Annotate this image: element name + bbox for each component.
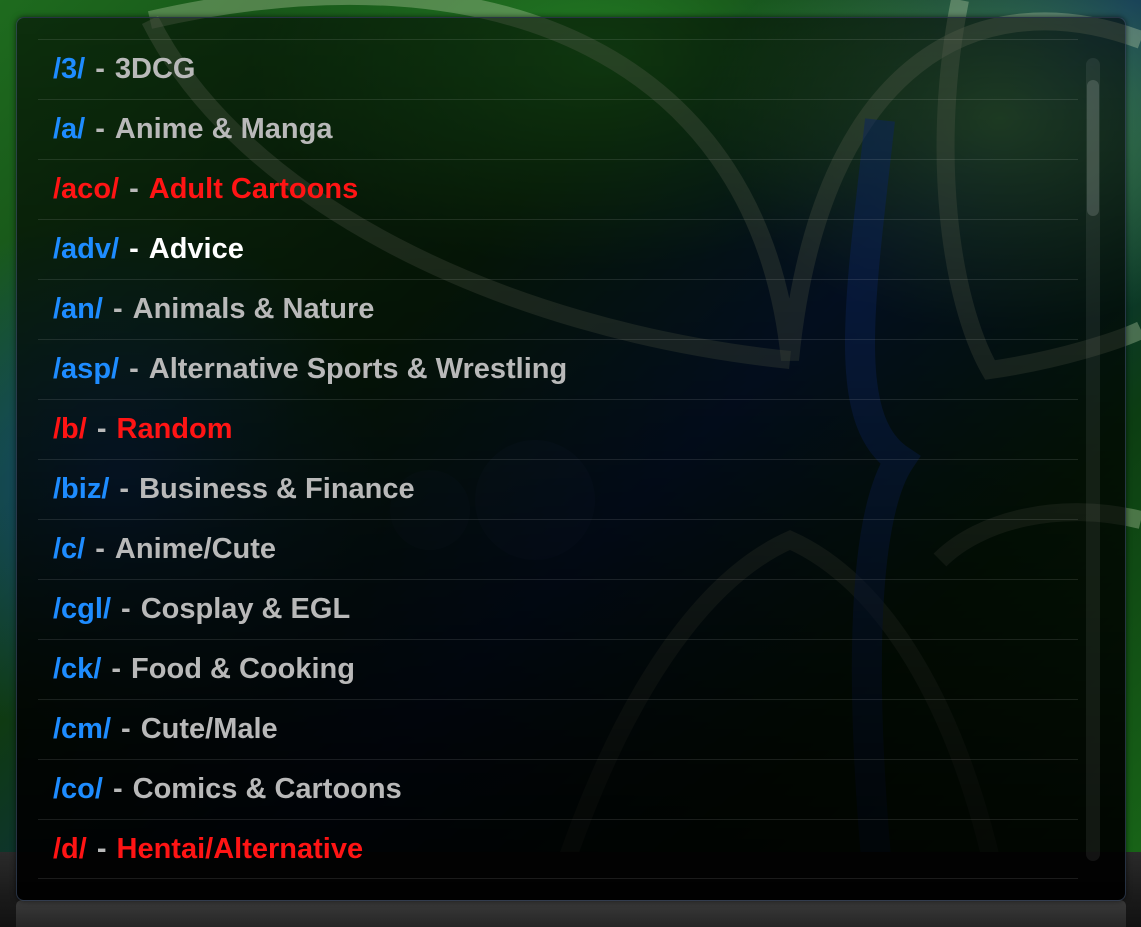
board-title: Adult Cartoons xyxy=(148,173,359,205)
board-code: /biz/ xyxy=(53,473,110,505)
board-code: /adv/ xyxy=(53,233,120,265)
board-separator: - xyxy=(96,832,107,865)
board-list-dialog: /3/-3DCG/a/- Anime & Manga/aco/- Adult Car… xyxy=(16,17,1126,901)
board-title: Random xyxy=(116,413,233,445)
board-list-item[interactable]: /b/- Random xyxy=(38,399,1078,459)
scrollbar[interactable] xyxy=(1086,58,1100,861)
board-title: Animals & Nature xyxy=(132,293,375,325)
board-separator: - xyxy=(112,293,123,325)
board-separator: - xyxy=(129,353,139,385)
board-list-item[interactable]: /cm/- Cute/Male xyxy=(38,699,1078,759)
board-separator: - xyxy=(129,173,139,205)
board-code: /c/ xyxy=(53,533,86,565)
board-separator: - xyxy=(95,53,105,85)
board-code: /an/ xyxy=(53,293,103,325)
bottom-bar-handle xyxy=(16,900,1126,927)
board-list-item[interactable]: /3/-3DCG xyxy=(38,39,1078,99)
board-code: /ck/ xyxy=(53,653,102,685)
board-separator: - xyxy=(121,713,131,745)
board-code: /b/ xyxy=(53,413,87,445)
board-separator: - xyxy=(121,593,131,625)
board-title: Business & Finance xyxy=(139,473,415,505)
board-title: Hentai/Alternative xyxy=(116,832,364,865)
board-list-item[interactable]: /ck/- Food & Cooking xyxy=(38,639,1078,699)
board-title: Advice xyxy=(148,233,244,265)
board-list-item[interactable]: /biz/- Business & Finance xyxy=(38,459,1078,519)
board-title: Alternative Sports & Wrestling xyxy=(148,353,568,385)
board-list: /3/-3DCG/a/- Anime & Manga/aco/- Adult Car… xyxy=(38,39,1078,879)
board-separator: - xyxy=(95,533,105,565)
board-title: Comics & Cartoons xyxy=(132,773,402,805)
board-separator: - xyxy=(96,413,107,445)
board-code: /3/ xyxy=(53,53,86,85)
board-list-item[interactable]: /a/- Anime & Manga xyxy=(38,99,1078,159)
board-code: /aco/ xyxy=(53,173,120,205)
scrollbar-thumb[interactable] xyxy=(1087,80,1099,216)
board-code: /a/ xyxy=(53,113,86,145)
board-code: /co/ xyxy=(53,773,103,805)
board-list-item[interactable]: /aco/- Adult Cartoons xyxy=(38,159,1078,219)
board-separator: - xyxy=(119,473,130,505)
board-separator: - xyxy=(111,653,122,685)
board-code: /asp/ xyxy=(53,353,120,385)
board-title: Anime/Cute xyxy=(114,533,277,565)
board-code: /cm/ xyxy=(53,713,112,745)
board-list-item[interactable]: /d/- Hentai/Alternative xyxy=(38,819,1078,879)
board-list-item[interactable]: /asp/- Alternative Sports & Wrestling xyxy=(38,339,1078,399)
board-list-item[interactable]: /adv/- Advice xyxy=(38,219,1078,279)
board-list-item[interactable]: /co/- Comics & Cartoons xyxy=(38,759,1078,819)
board-title: Cute/Male xyxy=(140,713,278,745)
board-code: /d/ xyxy=(53,832,87,865)
board-title: Food & Cooking xyxy=(131,653,355,685)
board-separator: - xyxy=(95,113,105,145)
board-separator: - xyxy=(129,233,139,265)
board-separator: - xyxy=(112,773,123,805)
board-list-item[interactable]: /an/- Animals & Nature xyxy=(38,279,1078,339)
board-title: Anime & Manga xyxy=(114,113,333,145)
board-title: Cosplay & EGL xyxy=(140,593,351,625)
board-list-item[interactable]: /c/- Anime/Cute xyxy=(38,519,1078,579)
board-code: /cgl/ xyxy=(53,593,112,625)
board-list-item[interactable]: /cgl/- Cosplay & EGL xyxy=(38,579,1078,639)
board-title: 3DCG xyxy=(114,53,196,85)
